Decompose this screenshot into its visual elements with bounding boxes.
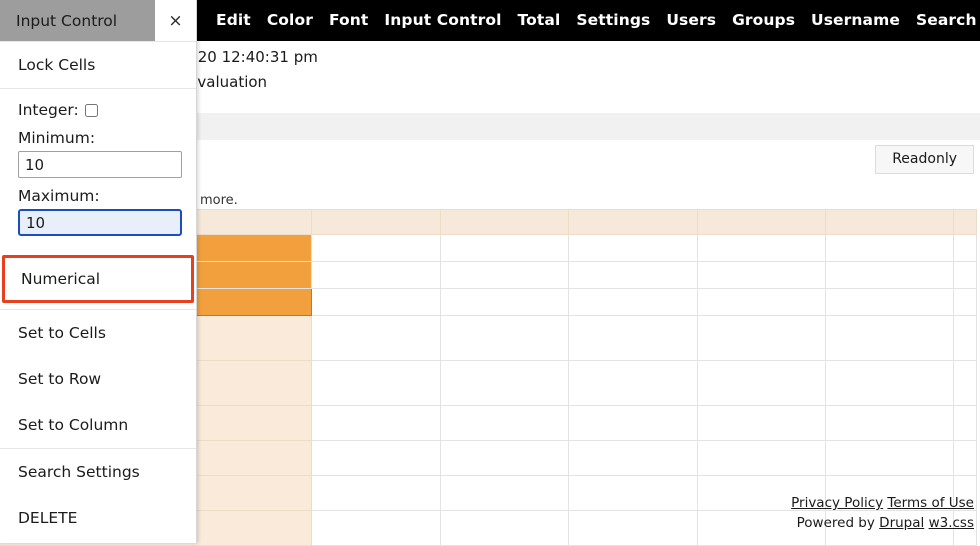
menu-item-set-to-column[interactable]: Set to Column	[0, 402, 196, 448]
nav-item-font[interactable]: Font	[321, 0, 376, 41]
grid-cell[interactable]	[440, 209, 569, 235]
grid-cell[interactable]	[825, 288, 954, 316]
grid-cell[interactable]	[311, 475, 441, 511]
footer-credit-line: Powered by Drupal w3.css	[791, 513, 974, 533]
grid-cell[interactable]	[568, 405, 698, 441]
grid-cell[interactable]	[953, 288, 977, 316]
numeric-settings-block: Integer: Minimum: Maximum:	[0, 88, 196, 255]
maximum-label: Maximum:	[18, 187, 100, 205]
grid-cell[interactable]	[568, 510, 698, 546]
readonly-button[interactable]: Readonly	[875, 145, 974, 174]
grid-cell[interactable]	[311, 234, 441, 262]
menu-item-lock-cells[interactable]: Lock Cells	[0, 41, 196, 88]
page-footer: Privacy Policy Terms of Use Powered by D…	[791, 493, 974, 533]
powered-by-label: Powered by	[796, 515, 875, 531]
grid-cell[interactable]	[953, 315, 977, 361]
grid-cell[interactable]	[311, 360, 441, 406]
grid-cell[interactable]	[953, 209, 977, 235]
terms-of-use-link[interactable]: Terms of Use	[887, 495, 974, 511]
grid-cell[interactable]	[568, 234, 698, 262]
grid-cell[interactable]	[825, 440, 954, 476]
grid-cell[interactable]	[953, 261, 977, 289]
grid-cell[interactable]	[568, 261, 698, 289]
grid-cell[interactable]	[440, 360, 569, 406]
grid-cell[interactable]	[440, 234, 569, 262]
grid-cell[interactable]	[440, 288, 569, 316]
minimum-input[interactable]	[18, 151, 182, 178]
grid-cell[interactable]	[311, 288, 441, 316]
nav-item-settings[interactable]: Settings	[568, 0, 658, 41]
nav-item-search[interactable]: Search	[908, 0, 980, 41]
grid-cell[interactable]	[697, 209, 826, 235]
integer-checkbox[interactable]	[84, 103, 98, 117]
privacy-policy-link[interactable]: Privacy Policy	[791, 495, 883, 511]
footer-legal-line: Privacy Policy Terms of Use	[791, 493, 974, 513]
grid-cell[interactable]	[953, 360, 977, 406]
grid-cell[interactable]	[568, 440, 698, 476]
nav-item-total[interactable]: Total	[510, 0, 569, 41]
grid-cell[interactable]	[440, 510, 569, 546]
grid-cell[interactable]	[568, 209, 698, 235]
nav-item-groups[interactable]: Groups	[724, 0, 803, 41]
grid-cell[interactable]	[311, 261, 441, 289]
minimum-label: Minimum:	[18, 129, 96, 147]
grid-cell[interactable]	[440, 475, 569, 511]
integer-label: Integer:	[18, 101, 79, 119]
menu-item-search-settings[interactable]: Search Settings	[0, 448, 196, 495]
grid-cell[interactable]	[568, 360, 698, 406]
panel-title: Input Control	[0, 0, 155, 41]
integer-field[interactable]: Integer:	[18, 101, 180, 119]
grid-cell[interactable]	[568, 288, 698, 316]
grid-cell[interactable]	[311, 315, 441, 361]
menu-item-delete[interactable]: DELETE	[0, 495, 196, 541]
grid-cell[interactable]	[697, 440, 826, 476]
nav-item-color[interactable]: Color	[259, 0, 321, 41]
grid-cell[interactable]	[568, 315, 698, 361]
grid-cell[interactable]	[697, 288, 826, 316]
menu-item-set-to-row[interactable]: Set to Row	[0, 356, 196, 402]
nav-item-edit[interactable]: Edit	[208, 0, 259, 41]
close-icon[interactable]: ×	[155, 0, 196, 41]
grid-cell[interactable]	[697, 315, 826, 361]
grid-cell[interactable]	[697, 360, 826, 406]
drupal-link[interactable]: Drupal	[879, 515, 924, 531]
grid-cell[interactable]	[825, 360, 954, 406]
panel-header: Input Control ×	[0, 0, 196, 41]
menu-item-numerical[interactable]: Numerical	[2, 255, 194, 303]
grid-cell[interactable]	[697, 261, 826, 289]
grid-cell[interactable]	[825, 405, 954, 441]
grid-cell[interactable]	[697, 234, 826, 262]
nav-item-username[interactable]: Username	[803, 0, 908, 41]
grid-cell[interactable]	[311, 440, 441, 476]
input-control-panel: Input Control × Lock Cells Integer: Mini…	[0, 0, 197, 543]
grid-cell[interactable]	[825, 234, 954, 262]
grid-cell[interactable]	[825, 261, 954, 289]
grid-cell[interactable]	[311, 209, 441, 235]
maximum-input[interactable]	[18, 209, 182, 236]
grid-cell[interactable]	[825, 315, 954, 361]
grid-cell[interactable]	[311, 405, 441, 441]
grid-cell[interactable]	[953, 234, 977, 262]
grid-cell[interactable]	[440, 315, 569, 361]
grid-cell[interactable]	[825, 209, 954, 235]
grid-cell[interactable]	[440, 440, 569, 476]
grid-cell[interactable]	[440, 261, 569, 289]
grid-cell[interactable]	[568, 475, 698, 511]
w3css-link[interactable]: w3.css	[929, 515, 974, 531]
grid-cell[interactable]	[953, 405, 977, 441]
grid-cell[interactable]	[697, 405, 826, 441]
nav-item-input-control[interactable]: Input Control	[376, 0, 509, 41]
grid-cell[interactable]	[440, 405, 569, 441]
grid-cell[interactable]	[953, 440, 977, 476]
grid-cell[interactable]	[311, 510, 441, 546]
menu-item-set-to-cells[interactable]: Set to Cells	[0, 309, 196, 356]
nav-item-users[interactable]: Users	[658, 0, 724, 41]
